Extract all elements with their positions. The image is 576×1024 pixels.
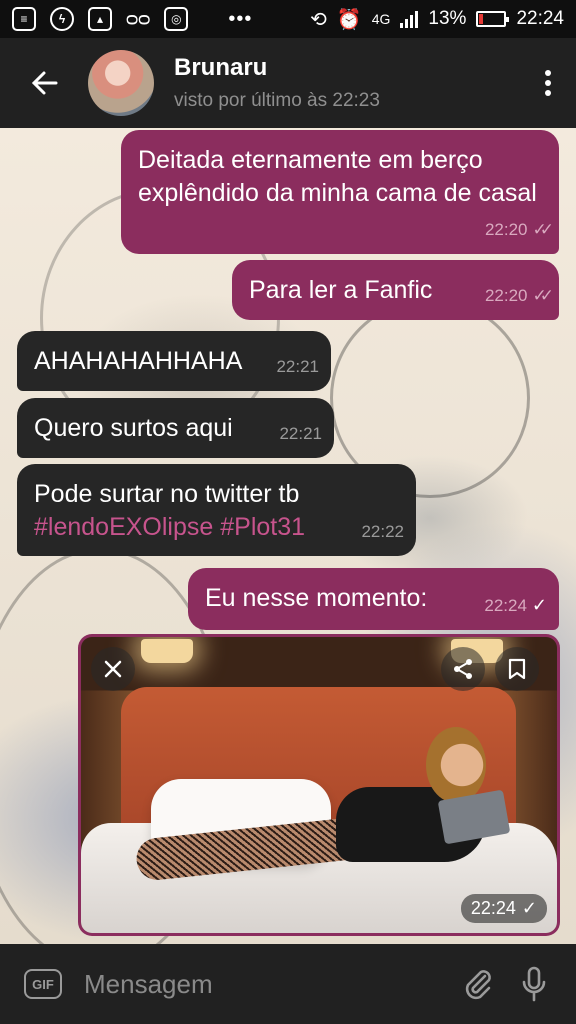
chat-header: Brunaru visto por último às 22:23 (0, 38, 576, 128)
gallery-icon: ▴ (88, 7, 112, 31)
message-input[interactable] (84, 968, 414, 1000)
bookmark-icon (508, 658, 526, 680)
share-button[interactable] (441, 647, 485, 691)
message-bubble-outgoing[interactable]: Deitada eternamente em berço explêndido … (121, 130, 559, 254)
gif-button[interactable]: GIF (24, 969, 62, 999)
message-text: Para ler a Fanfic (249, 276, 433, 304)
message-text: Pode surtar no twitter tb (34, 480, 300, 508)
message-time: 22:22 (361, 522, 404, 541)
message-text: Deitada eternamente em berço explêndido … (138, 146, 537, 207)
gif-preview[interactable]: 22:24 ✓ (81, 637, 557, 933)
battery-percent: 13% (428, 8, 467, 29)
alarm-icon: ⏰ (336, 8, 362, 31)
kebab-dot-icon (545, 80, 551, 86)
message-text: AHAHAHAHHAHA (34, 347, 243, 375)
hashtag-link[interactable]: #Plot31 (220, 513, 305, 541)
contact-info[interactable]: Brunaru visto por último às 22:23 (174, 54, 380, 112)
voicemail-icon: ᴑᴑ (126, 7, 151, 30)
message-bubble-incoming[interactable]: Quero surtos aqui 22:21 (17, 398, 334, 458)
message-meta: 22:21 (276, 350, 319, 383)
kebab-dot-icon (545, 90, 551, 96)
back-button[interactable] (0, 38, 88, 128)
contact-name: Brunaru (174, 54, 268, 81)
media-meta: 22:24 ✓ (460, 894, 547, 923)
message-bubble-incoming[interactable]: Pode surtar no twitter tb #lendoEXOlipse… (17, 464, 416, 556)
message-time: 22:24 (470, 898, 516, 918)
chat-area[interactable]: Deitada eternamente em berço explêndido … (0, 128, 576, 944)
messenger-icon: ϟ (50, 7, 74, 31)
signal-icon (400, 10, 419, 28)
message-bubble-outgoing[interactable]: Eu nesse momento: 22:24 ✓ (188, 568, 559, 630)
microphone-icon (522, 966, 546, 1002)
network-type: 4G (371, 11, 391, 27)
message-text: Quero surtos aqui (34, 414, 233, 442)
double-check-icon: ✓✓ (532, 220, 554, 239)
kebab-dot-icon (545, 70, 551, 76)
message-icon: ≡ (12, 7, 36, 31)
paperclip-icon (465, 970, 491, 1000)
status-bar: ≡ ϟ ▴ ᴑᴑ ◎ ••• ⟲ ⏰ 4G 13% 22:24 (0, 0, 576, 38)
gif-message[interactable]: 22:24 ✓ (78, 634, 560, 936)
single-check-icon: ✓ (531, 595, 547, 615)
arrow-left-icon (31, 71, 58, 95)
message-time: 22:20 (484, 286, 528, 305)
message-time: 22:24 (484, 596, 527, 615)
clock: 22:24 (516, 8, 564, 29)
message-meta: 22:20 ✓✓ (484, 279, 554, 312)
battery-low-icon (476, 11, 510, 27)
message-bubble-incoming[interactable]: AHAHAHAHHAHA 22:21 (17, 331, 331, 391)
message-text: Eu nesse momento: (205, 584, 428, 612)
avatar[interactable] (88, 50, 154, 116)
message-time: 22:20 (484, 220, 528, 239)
bookmark-button[interactable] (495, 647, 539, 691)
share-icon (454, 659, 472, 679)
message-bubble-outgoing[interactable]: Para ler a Fanfic 22:20 ✓✓ (232, 260, 559, 320)
message-meta: 22:21 (279, 417, 322, 450)
figure-head (426, 727, 486, 803)
message-time: 22:21 (279, 424, 322, 443)
message-meta: 22:20 ✓✓ (484, 213, 554, 246)
last-seen-status: visto por último às 22:23 (174, 90, 380, 111)
close-media-button[interactable] (91, 647, 135, 691)
double-check-icon: ✓✓ (532, 286, 554, 305)
instagram-icon: ◎ (164, 7, 189, 31)
lamp-shade (141, 639, 193, 663)
message-meta: 22:24 ✓ (484, 589, 547, 622)
more-notifications-icon: ••• (228, 7, 253, 30)
hashtag-link[interactable]: #lendoEXOlipse (34, 513, 213, 541)
more-options-button[interactable] (520, 38, 576, 128)
microphone-button[interactable] (506, 956, 562, 1012)
message-meta: 22:22 (361, 515, 404, 548)
rotation-lock-icon: ⟲ (310, 8, 327, 31)
single-check-icon: ✓ (521, 898, 537, 918)
message-input-bar: GIF (0, 944, 576, 1024)
message-time: 22:21 (276, 357, 319, 376)
close-icon (104, 660, 122, 678)
attach-button[interactable] (450, 956, 506, 1012)
